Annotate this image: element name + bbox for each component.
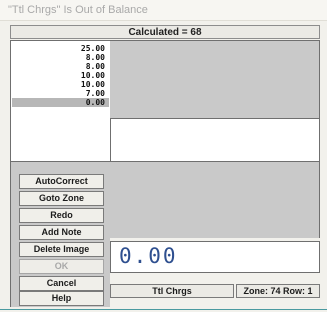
autocorrect-button[interactable]: AutoCorrect	[19, 174, 104, 189]
title-divider	[0, 20, 327, 21]
goto-zone-button[interactable]: Goto Zone	[19, 191, 104, 206]
ok-button[interactable]: OK	[19, 259, 104, 274]
field-image-box	[110, 118, 320, 162]
zone-row-label: Zone: 74 Row: 1	[236, 284, 320, 298]
help-button[interactable]: Help	[19, 291, 104, 306]
delete-image-button[interactable]: Delete Image	[19, 242, 104, 257]
calculated-label: Calculated = 68	[128, 27, 202, 38]
image-panel-lower	[110, 162, 320, 238]
list-item[interactable]: 25.00	[12, 44, 109, 53]
field-name-label: Ttl Chrgs	[110, 284, 234, 298]
image-preview-panel	[110, 40, 320, 118]
out-of-balance-dialog: "Ttl Chrgs" Is Out of Balance Calculated…	[0, 0, 327, 312]
value-list[interactable]: 25.00 8.00 8.00 10.00 10.00 7.00 0.00	[10, 40, 110, 162]
bottom-divider	[0, 309, 327, 310]
list-item[interactable]: 7.00	[12, 89, 109, 98]
window-title: "Ttl Chrgs" Is Out of Balance	[8, 4, 148, 16]
list-item[interactable]: 8.00	[12, 62, 109, 71]
value-input[interactable]: 0.00	[110, 241, 320, 273]
title-bar: "Ttl Chrgs" Is Out of Balance	[0, 0, 327, 20]
button-column: AutoCorrect Goto Zone Redo Add Note Dele…	[10, 171, 110, 307]
cancel-button[interactable]: Cancel	[19, 276, 104, 291]
value-text: 0.00	[119, 244, 178, 268]
add-note-button[interactable]: Add Note	[19, 225, 104, 240]
button-panel-top	[10, 162, 110, 171]
list-item-selected[interactable]: 0.00	[12, 98, 109, 107]
list-item[interactable]: 10.00	[12, 71, 109, 80]
redo-button[interactable]: Redo	[19, 208, 104, 223]
list-item[interactable]: 10.00	[12, 80, 109, 89]
list-item[interactable]: 8.00	[12, 53, 109, 62]
calculated-bar: Calculated = 68	[10, 25, 320, 39]
